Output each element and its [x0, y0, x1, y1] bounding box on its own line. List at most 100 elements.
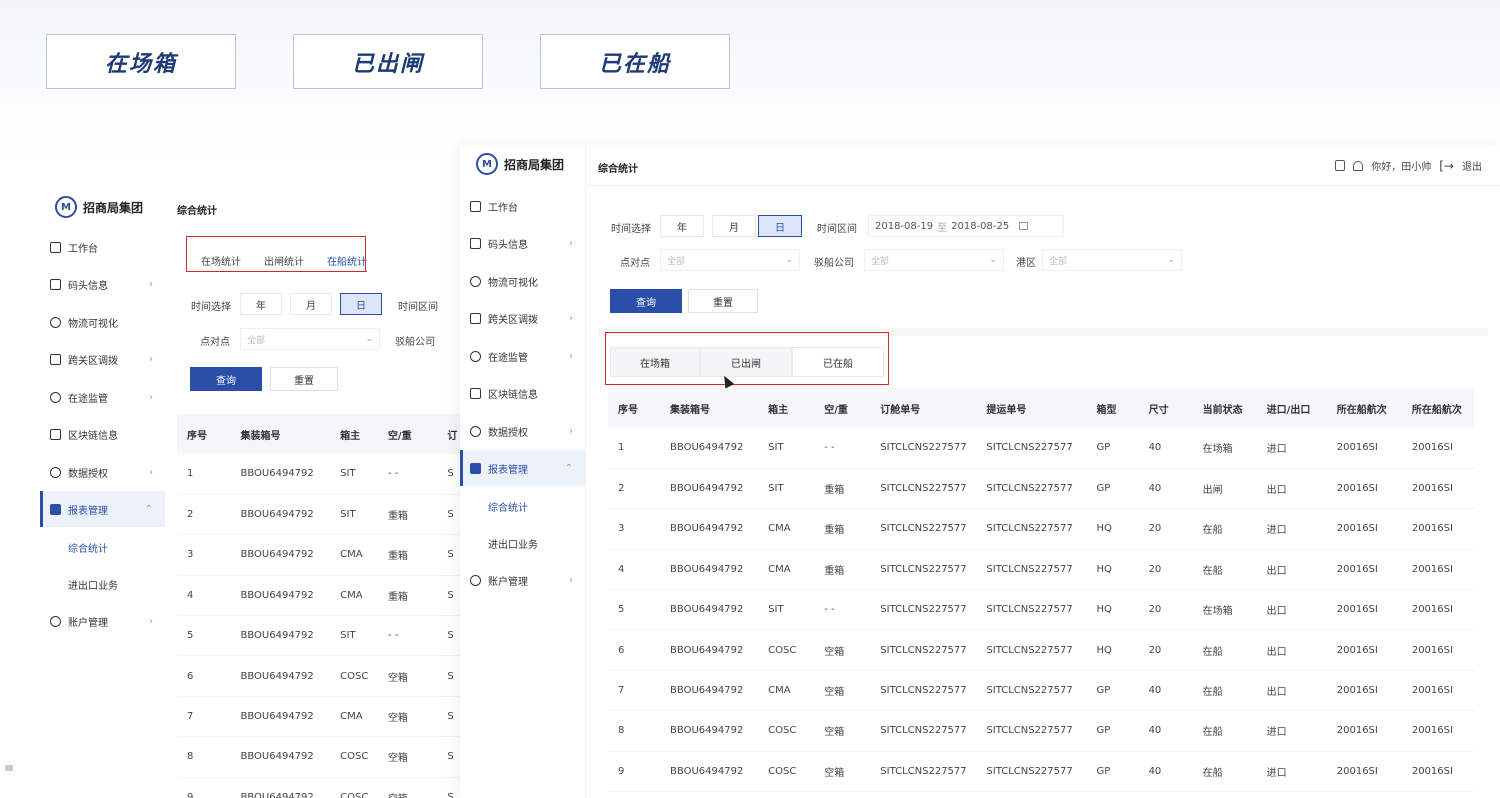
table-cell: BBOU6494792 [230, 494, 331, 536]
left-nav-reports[interactable]: 报表管理 ⌃ [40, 491, 165, 527]
table-row[interactable]: 5 BBOU6494792 SIT - -S [177, 615, 470, 657]
table-cell: 40 [1138, 751, 1193, 793]
query-button[interactable]: 查询 [610, 289, 682, 313]
table-cell: COSC [758, 629, 815, 671]
table-row[interactable]: 2 BBOU6494792 SIT 重箱 S [177, 494, 470, 536]
table-cell: BBOU6494792 [230, 736, 331, 778]
table-row[interactable]: 5 BBOU6494792 SIT - - SITCLCNS227577 SITCLCNS… [608, 589, 1474, 631]
table-cell: 6 [608, 629, 661, 671]
port-select[interactable]: 全部 ⌄ [1042, 249, 1182, 271]
gear-icon [470, 574, 481, 586]
left-nav-logistics[interactable]: 物流可视化 [40, 304, 165, 340]
table-row[interactable]: 8 BBOU6494792 COSC 空箱 S [177, 736, 470, 778]
column-header: 所在船航次 [1326, 388, 1402, 428]
table-row[interactable]: 4 BBOU6494792 CMA 重箱 S [177, 575, 470, 617]
company-select[interactable]: 全部 ⌄ [864, 249, 1004, 271]
left-breadcrumb: 综合统计 [177, 206, 217, 217]
logout-icon[interactable]: [→ [1439, 159, 1454, 173]
left-day-button[interactable]: 日 [340, 293, 382, 315]
table-cell: SITCLCNS227577 [976, 670, 1087, 712]
date-range-picker[interactable]: 2018-08-19 至 2018-08-25 [868, 215, 1064, 237]
table-row[interactable]: 9BBOU6494792COSC空箱S [177, 777, 470, 798]
table-cell: 空箱 [377, 696, 438, 738]
left-nav-transfer[interactable]: 跨关区调拨 › [40, 341, 165, 377]
right-nav-account[interactable]: 账户管理 › [460, 562, 585, 598]
chevron-right-icon: › [149, 278, 153, 290]
clipboard-icon[interactable] [1335, 160, 1346, 171]
table-row[interactable]: 1 BBOU6494792 SIT - -S [177, 454, 470, 495]
table-cell: 3 [608, 508, 661, 550]
left-logo: M 招商局集团 [55, 196, 143, 218]
table-cell: SIT [758, 468, 815, 510]
left-reset-button[interactable]: 重置 [270, 367, 338, 391]
point-select[interactable]: 全部 ⌄ [660, 249, 800, 271]
table-cell: 在船 [1192, 710, 1257, 752]
table-cell: 在船 [1192, 751, 1257, 793]
right-subnav-summary[interactable]: 综合统计 [460, 488, 585, 524]
table-cell: 空箱 [377, 777, 438, 798]
left-nav-data-auth[interactable]: 数据授权 › [40, 454, 165, 490]
right-nav-blockchain[interactable]: 区块链信息 [460, 375, 585, 411]
table-row[interactable]: 7 BBOU6494792 CMA 空箱 S [177, 696, 470, 738]
right-nav-logistics[interactable]: 物流可视化 [460, 263, 585, 299]
left-nav-blockchain[interactable]: 区块链信息 [40, 416, 165, 452]
right-nav-workbench[interactable]: 工作台 [460, 188, 585, 224]
table-row[interactable]: 9 BBOU6494792 COSC 空箱 SITCLCNS227577 SITCLCNS… [608, 751, 1474, 793]
table-header-row: 序号 集装箱号 箱主 空/重订 [177, 414, 470, 454]
table-row[interactable]: 8 BBOU6494792 COSC 空箱 SITCLCNS227577 SITCLCNS… [608, 710, 1474, 752]
table-row[interactable]: 4 BBOU6494792 CMA 重箱 SITCLCNS227577 SITCLCNS2… [608, 549, 1474, 591]
right-subnav-import-export[interactable]: 进出口业务 [460, 525, 585, 561]
day-button[interactable]: 日 [758, 215, 802, 237]
table-row[interactable]: 2 BBOU6494792 SIT 重箱 SITCLCNS227577 SITCLCNS2… [608, 468, 1474, 510]
logout-link[interactable]: 退出 [1462, 158, 1482, 173]
table-cell: 20016SI [1326, 468, 1402, 510]
table-cell: SIT [330, 494, 378, 536]
left-time-select-label: 时间选择 [191, 302, 231, 313]
right-nav-transit[interactable]: 在途监管 › [460, 338, 585, 374]
table-row[interactable]: 6 BBOU6494792 COSC 空箱 S [177, 655, 470, 697]
table-cell: 20016SI [1401, 751, 1474, 793]
left-subnav-import-export[interactable]: 进出口业务 [40, 566, 165, 602]
left-subnav-summary[interactable]: 综合统计 [40, 529, 165, 565]
right-nav-reports[interactable]: 报表管理 ⌃ [460, 450, 585, 486]
left-tabs-highlight [186, 236, 366, 272]
left-month-button[interactable]: 月 [290, 293, 332, 315]
right-nav-transfer[interactable]: 跨关区调拨 › [460, 300, 585, 336]
reset-button[interactable]: 重置 [688, 289, 758, 313]
in-yard-big-button[interactable]: 在场箱 [46, 34, 236, 89]
column-header: 序号 [608, 388, 661, 428]
left-query-button[interactable]: 查询 [190, 367, 262, 391]
table-cell: BBOU6494792 [230, 655, 331, 697]
table-cell: BBOU6494792 [230, 696, 331, 738]
table-row[interactable]: 1 BBOU6494792 SIT - - SITCLCNS227577 SITCLCNS… [608, 428, 1474, 469]
brand-name: 招商局集团 [83, 200, 144, 215]
table-cell: 5 [608, 589, 661, 631]
table-cell: GP [1086, 751, 1139, 793]
table-cell: 在场箱 [1192, 428, 1257, 469]
table-row[interactable]: 3 BBOU6494792 CMA 重箱 S [177, 534, 470, 576]
table-cell: BBOU6494792 [660, 589, 759, 631]
brand-logo-icon: M [55, 196, 77, 218]
left-nav-account[interactable]: 账户管理 › [40, 603, 165, 639]
shield-icon [50, 466, 61, 478]
nav-label: 码头信息 [68, 280, 108, 292]
copy-icon [50, 428, 61, 440]
table-row[interactable]: 7 BBOU6494792 CMA 空箱 SITCLCNS227577 SITCLCNS2… [608, 670, 1474, 712]
left-nav-terminal[interactable]: 码头信息 › [40, 266, 165, 302]
left-nav-workbench[interactable]: 工作台 [40, 229, 165, 265]
left-nav-transit[interactable]: 在途监管 › [40, 379, 165, 415]
copy-icon [470, 387, 481, 399]
right-nav-data-auth[interactable]: 数据授权 › [460, 413, 585, 449]
bell-icon[interactable] [1353, 160, 1364, 171]
table-row[interactable]: 3 BBOU6494792 CMA 重箱 SITCLCNS227577 SITCLCNS2… [608, 508, 1474, 550]
table-row[interactable]: 6 BBOU6494792 COSC 空箱 SITCLCNS227577 SITCLCNS… [608, 629, 1474, 671]
left-data-table: 序号 集装箱号 箱主 空/重订 1 BBOU6494792 SIT - - S 2 BBOU649… [177, 414, 470, 798]
year-button[interactable]: 年 [660, 215, 704, 237]
left-point-select[interactable]: 全部 ⌄ [240, 328, 380, 350]
chevron-right-icon: › [569, 350, 573, 362]
right-nav-terminal[interactable]: 码头信息 › [460, 225, 585, 261]
on-ship-big-button[interactable]: 已在船 [540, 34, 730, 89]
gated-out-big-button[interactable]: 已出闸 [293, 34, 483, 89]
month-button[interactable]: 月 [712, 215, 756, 237]
left-year-button[interactable]: 年 [240, 293, 282, 315]
